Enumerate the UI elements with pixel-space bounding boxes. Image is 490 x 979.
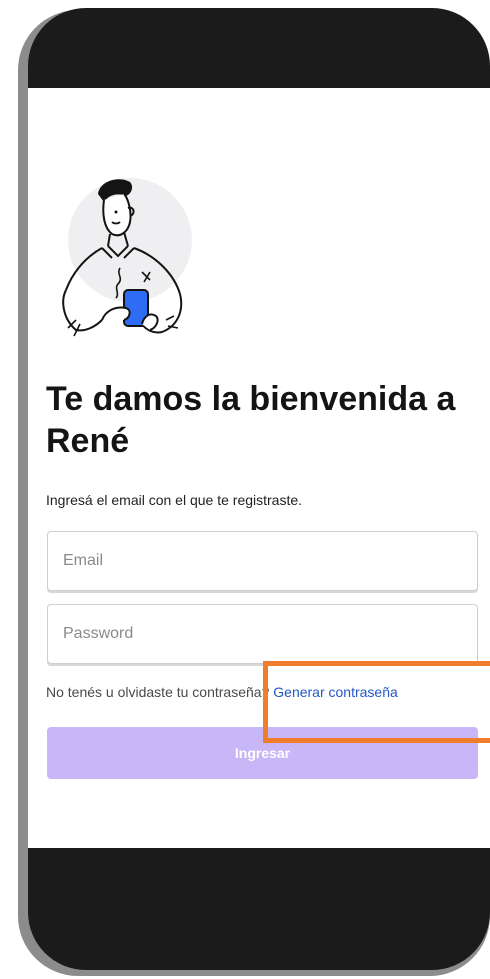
page-title: Te damos la bienvenida a René — [46, 380, 456, 460]
man-holding-phone-illustration — [62, 178, 192, 337]
highlight-annotation-box — [263, 661, 490, 743]
phone-frame: Te damos la bienvenida a René Ingresá el… — [28, 8, 490, 970]
illustration-background-circle — [68, 178, 192, 302]
login-instructions: Ingresá el email con el que te registras… — [46, 492, 303, 508]
email-field-container — [47, 531, 478, 591]
password-input[interactable] — [48, 605, 477, 663]
head-outline — [102, 193, 132, 237]
email-input[interactable] — [48, 532, 477, 590]
password-field-container — [47, 604, 478, 664]
password-help-text: No tenés u olvidaste tu contraseña? — [46, 684, 270, 700]
